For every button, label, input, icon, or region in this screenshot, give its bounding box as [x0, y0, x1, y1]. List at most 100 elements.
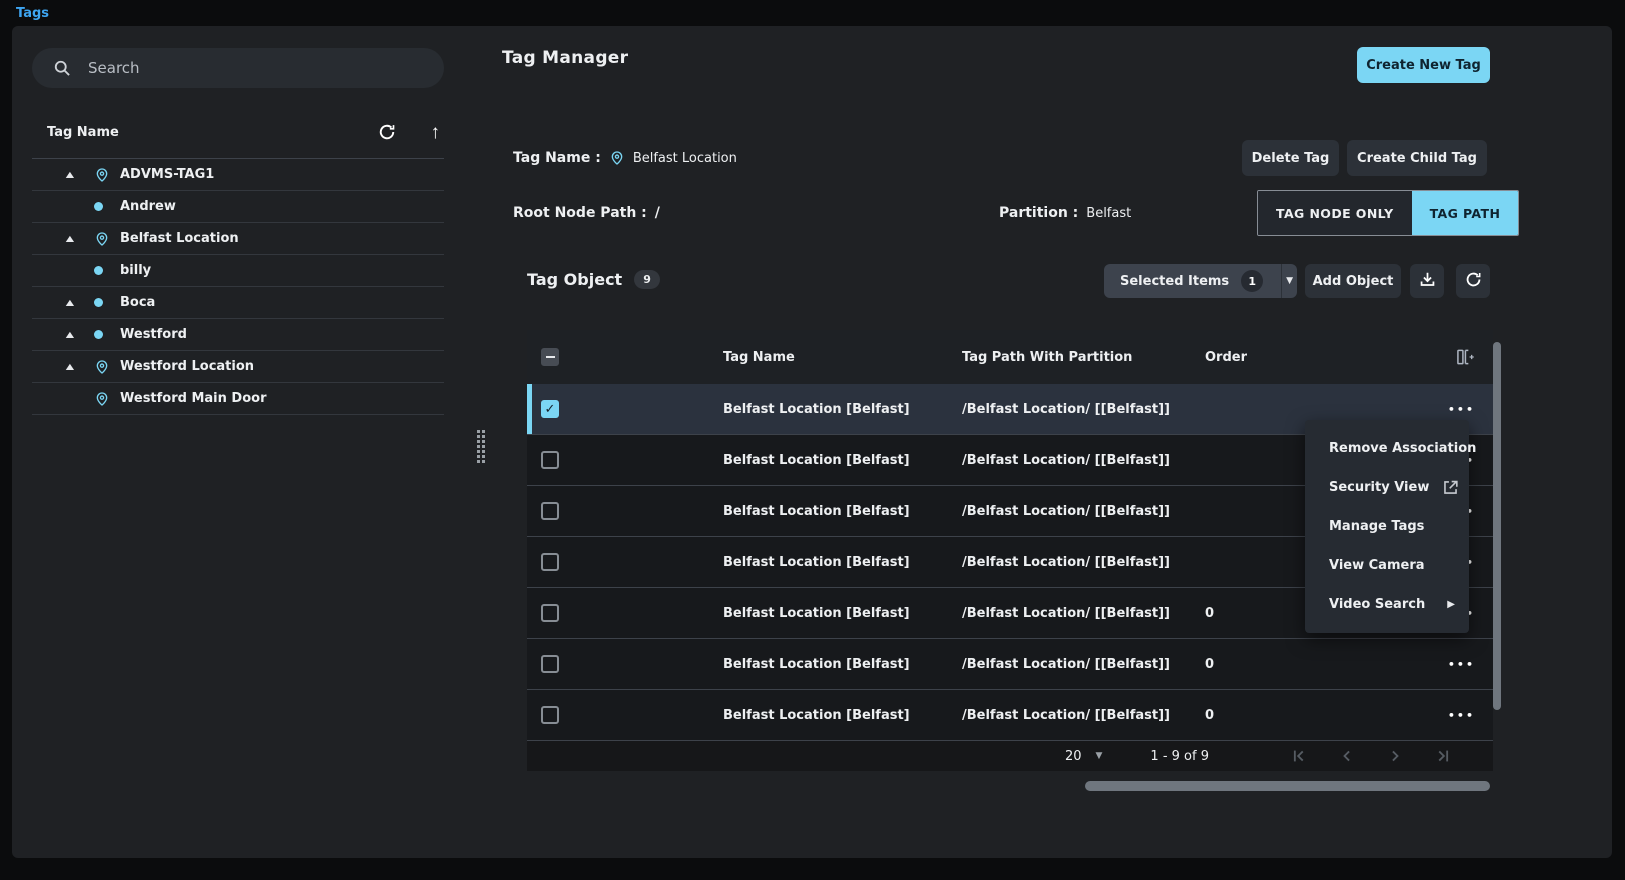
context-menu-item[interactable]: Security View	[1305, 468, 1469, 507]
tag-name-label: Tag Name :	[513, 150, 601, 166]
cell-tag-name: Belfast Location [Belfast]	[723, 452, 910, 468]
first-page-button[interactable]	[1289, 746, 1309, 766]
row-checkbox[interactable]	[541, 451, 559, 469]
tree-header-label: Tag Name	[47, 124, 119, 140]
vertical-scrollbar[interactable]	[1493, 342, 1501, 710]
tree-item[interactable]: ▲ ADVMS-TAG1	[32, 159, 444, 191]
cell-tag-name: Belfast Location [Belfast]	[723, 554, 910, 570]
refresh-icon	[1464, 270, 1483, 292]
cell-tag-path: /Belfast Location/ [[Belfast]]	[962, 401, 1170, 417]
row-checkbox[interactable]	[541, 706, 559, 724]
tree-item[interactable]: ▲ billy	[32, 255, 444, 287]
context-menu-item-label: View Camera	[1329, 558, 1425, 573]
tag-tree-sidebar: Tag Name ↑ ▲ ADVMS-TAG1 ▲ Andrew ▲ Belfa…	[12, 26, 485, 858]
cell-tag-name: Belfast Location [Belfast]	[723, 707, 910, 723]
tree-item-label: Belfast Location	[120, 231, 239, 246]
row-checkbox[interactable]	[541, 502, 559, 520]
context-menu-item-label: Video Search	[1329, 597, 1426, 612]
add-column-icon[interactable]	[1455, 347, 1475, 367]
toggle-tag-path[interactable]: TAG PATH	[1411, 191, 1519, 235]
row-checkbox[interactable]	[541, 553, 559, 571]
create-child-tag-button[interactable]: Create Child Tag	[1347, 140, 1487, 176]
column-header-tag-name[interactable]: Tag Name	[723, 350, 962, 365]
page-title: Tag Manager	[502, 48, 629, 68]
context-menu-item[interactable]: View Camera	[1305, 546, 1469, 585]
collapse-arrow-icon[interactable]: ▲	[66, 170, 98, 179]
tree-item[interactable]: ▲ Andrew	[32, 191, 444, 223]
root-node-path-value: /	[654, 205, 660, 221]
search-input[interactable]	[88, 59, 428, 77]
submenu-arrow-icon: ▶	[1447, 599, 1455, 610]
cell-order: 0	[1205, 707, 1215, 723]
tree-item[interactable]: ▲ Westford	[32, 319, 444, 351]
pagination-range: 1 - 9 of 9	[1150, 748, 1209, 764]
export-download-button[interactable]	[1410, 264, 1444, 298]
row-actions-menu-icon[interactable]: •••	[1448, 403, 1475, 416]
collapse-arrow-icon[interactable]: ▲	[66, 234, 98, 243]
search-box[interactable]	[32, 48, 444, 88]
tag-name-row: Tag Name : Belfast Location	[513, 140, 737, 176]
chevron-down-icon[interactable]: ▼	[1282, 276, 1297, 286]
horizontal-scrollbar[interactable]	[1085, 781, 1490, 791]
tag-object-count-badge: 9	[634, 270, 660, 289]
select-all-checkbox[interactable]	[541, 348, 559, 366]
row-actions-menu-icon[interactable]: •••	[1448, 658, 1475, 671]
cell-tag-path: /Belfast Location/ [[Belfast]]	[962, 503, 1170, 519]
dot-icon	[94, 266, 120, 275]
column-header-tag-path[interactable]: Tag Path With Partition	[962, 350, 1205, 365]
external-link-icon	[1441, 478, 1460, 497]
delete-tag-button[interactable]: Delete Tag	[1242, 140, 1339, 176]
breadcrumb[interactable]: Tags	[16, 6, 49, 21]
row-checkbox[interactable]	[541, 400, 559, 418]
selected-items-label: Selected Items	[1120, 273, 1230, 289]
cell-tag-name: Belfast Location [Belfast]	[723, 503, 910, 519]
cell-tag-name: Belfast Location [Belfast]	[723, 605, 910, 621]
row-checkbox[interactable]	[541, 655, 559, 673]
tree-item[interactable]: ▲ Westford Location	[32, 351, 444, 383]
tag-manager-main: Tag Manager Create New Tag Tag Name : Be…	[460, 26, 1612, 858]
tree-item[interactable]: ▲ Belfast Location	[32, 223, 444, 255]
tree-item[interactable]: ▲ Westford Main Door	[32, 383, 444, 415]
add-object-button[interactable]: Add Object	[1305, 264, 1401, 298]
row-actions-menu-icon[interactable]: •••	[1448, 709, 1475, 722]
column-header-order[interactable]: Order	[1205, 350, 1365, 365]
row-checkbox[interactable]	[541, 604, 559, 622]
table-header-row: Tag Name Tag Path With Partition Order	[527, 330, 1493, 384]
tree-header: Tag Name ↑	[32, 118, 444, 146]
partition-value: Belfast	[1086, 205, 1132, 221]
toggle-tag-node-only[interactable]: TAG NODE ONLY	[1258, 191, 1412, 235]
context-menu-item-label: Security View	[1329, 480, 1430, 495]
tree-item-label: Westford Location	[120, 359, 255, 374]
collapse-arrow-icon[interactable]: ▲	[66, 298, 98, 307]
cell-tag-path: /Belfast Location/ [[Belfast]]	[962, 554, 1170, 570]
create-new-tag-button[interactable]: Create New Tag	[1357, 47, 1490, 83]
tree-item-label: ADVMS-TAG1	[120, 167, 215, 182]
context-menu-item[interactable]: Manage Tags	[1305, 507, 1469, 546]
last-page-button[interactable]	[1433, 746, 1453, 766]
collapse-arrow-icon[interactable]: ▲	[66, 362, 98, 371]
table-row[interactable]: Belfast Location [Belfast] /Belfast Loca…	[527, 639, 1493, 690]
location-pin-icon	[94, 391, 120, 407]
selected-items-dropdown[interactable]: Selected Items 1 ▼	[1104, 264, 1297, 298]
tree-item-label: Boca	[120, 295, 156, 310]
collapse-arrow-icon[interactable]: ▲	[66, 330, 98, 339]
page-size-value: 20	[1064, 748, 1082, 764]
previous-page-button[interactable]	[1337, 746, 1357, 766]
tree-item[interactable]: ▲ Boca	[32, 287, 444, 319]
dot-icon	[94, 202, 120, 211]
context-menu-item[interactable]: Video Search ▶	[1305, 585, 1469, 624]
download-icon	[1418, 270, 1437, 292]
tree-item-label: Westford Main Door	[120, 391, 267, 406]
tag-object-title: Tag Object	[527, 270, 623, 289]
next-page-button[interactable]	[1385, 746, 1405, 766]
pagination-bar: 20 ▼ 1 - 9 of 9	[527, 741, 1493, 771]
page-size-select[interactable]: 20 ▼	[1065, 749, 1102, 764]
location-pin-icon	[609, 150, 625, 166]
root-node-path-label: Root Node Path :	[513, 205, 647, 221]
refresh-tree-icon[interactable]	[373, 118, 401, 146]
collapse-all-icon[interactable]: ↑	[427, 119, 445, 146]
context-menu-item-label: Manage Tags	[1329, 519, 1425, 534]
refresh-table-button[interactable]	[1456, 264, 1490, 298]
context-menu-item[interactable]: Remove Association	[1305, 429, 1476, 468]
table-row[interactable]: Belfast Location [Belfast] /Belfast Loca…	[527, 690, 1493, 741]
